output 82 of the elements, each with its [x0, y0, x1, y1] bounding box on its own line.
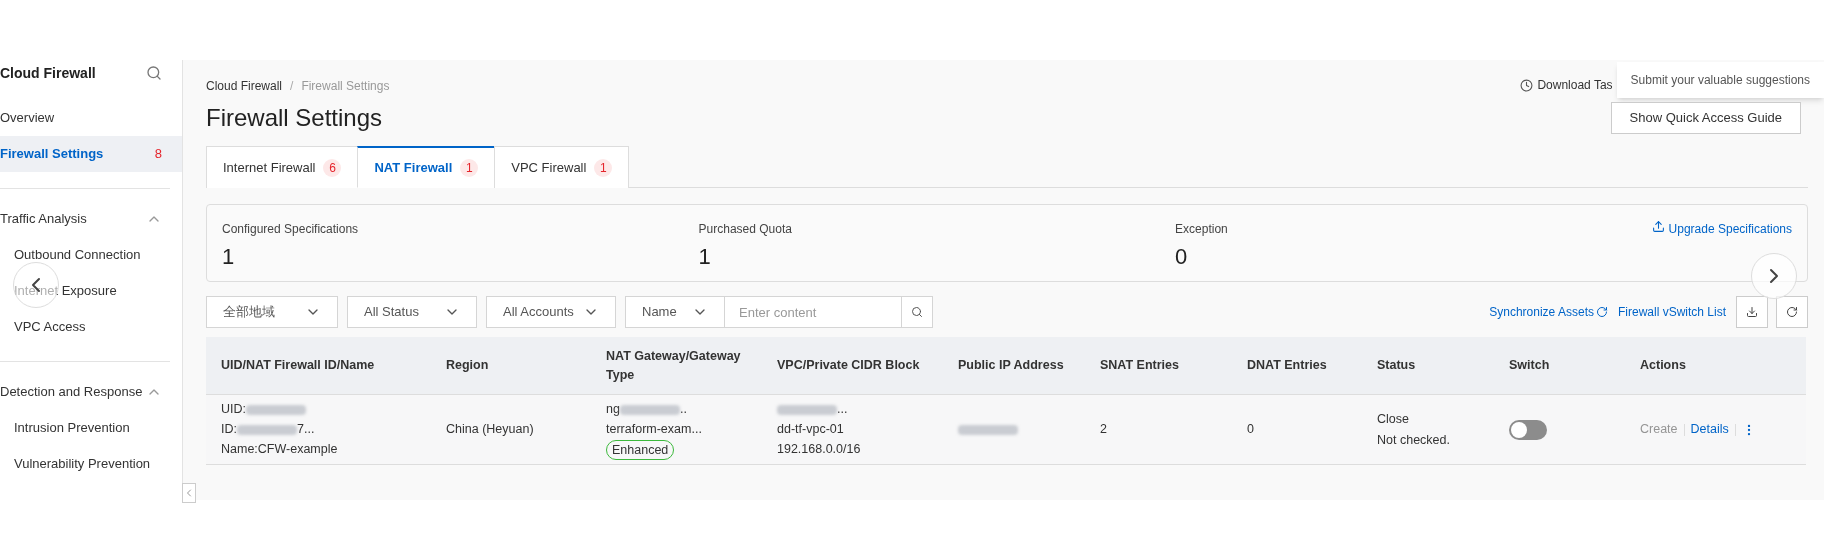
- sidebar-item[interactable]: VPC Access: [0, 309, 170, 345]
- cell-text: ..: [679, 401, 687, 419]
- dropdown[interactable]: Name: [625, 296, 725, 328]
- tab[interactable]: NAT Firewall 1: [357, 146, 496, 188]
- toggle-switch[interactable]: [1509, 419, 1547, 440]
- tab[interactable]: VPC Firewall 1: [494, 146, 630, 188]
- column-header: NAT Gateway/Gateway Type: [606, 348, 741, 382]
- stat-value: 1: [222, 246, 235, 268]
- tab[interactable]: Internet Firewall 6: [206, 146, 359, 188]
- redacted-text: [958, 424, 1018, 435]
- count-badge: 1: [594, 158, 613, 177]
- column-header: Status: [1377, 358, 1416, 373]
- sync-assets-link[interactable]: Synchronize Assets: [1489, 303, 1608, 321]
- download-button[interactable]: [1736, 296, 1768, 328]
- collapse-handle[interactable]: [182, 483, 196, 503]
- column-header: Public IP Address: [958, 358, 1064, 373]
- breadcrumb-separator: /: [290, 78, 294, 95]
- sidebar-title: Cloud Firewall: [0, 63, 96, 83]
- download-tasks-link[interactable]: Download Tas: [1520, 62, 1613, 94]
- cell-text: 192.168.0.0/16: [777, 441, 861, 459]
- sidebar-item[interactable]: Intrusion Prevention: [0, 410, 170, 446]
- cell-text: 2: [1100, 422, 1107, 437]
- cell-text: ng: [606, 401, 620, 419]
- refresh-icon: [1786, 306, 1798, 318]
- cell-text: UID:: [221, 401, 246, 419]
- cell-text: dd-tf-vpc-01: [777, 421, 844, 439]
- stat-value: 0: [1175, 246, 1188, 268]
- cell-text: 0: [1247, 422, 1254, 437]
- stat-label: Purchased Quota: [698, 221, 792, 238]
- refresh-button[interactable]: [1776, 296, 1808, 328]
- cell-text: China (Heyuan): [446, 422, 534, 437]
- redacted-text: [777, 404, 837, 415]
- dropdown[interactable]: All Accounts: [486, 296, 616, 328]
- cell-text: Name:CFW-example: [221, 441, 338, 459]
- guide-button[interactable]: Show Quick Access Guide: [1610, 102, 1801, 134]
- stat-label: Configured Specifications: [222, 221, 359, 238]
- redacted-text: [237, 424, 297, 435]
- column-header: SNAT Entries: [1100, 358, 1179, 373]
- cell-text: ...: [837, 401, 848, 419]
- refresh-icon: [1595, 306, 1608, 318]
- redacted-text: [246, 404, 306, 415]
- count-badge: 1: [460, 158, 479, 177]
- cell-text: terraform-exam...: [606, 421, 702, 439]
- status-text: Close: [1377, 410, 1409, 428]
- count-label: 8: [154, 145, 162, 164]
- stat-label: Exception: [1175, 221, 1228, 238]
- status-text: Not checked.: [1377, 431, 1450, 449]
- cell-text: ID:: [221, 421, 237, 439]
- column-header: DNAT Entries: [1247, 358, 1327, 373]
- column-header: Region: [446, 358, 489, 373]
- dropdown[interactable]: All Status: [347, 296, 477, 328]
- sidebar-item[interactable]: Firewall Settings 8: [0, 136, 182, 172]
- search-field[interactable]: Enter content: [724, 296, 902, 328]
- column-header: UID/NAT Firewall ID/Name: [221, 358, 375, 373]
- tooltip: Submit your valuable suggestions: [1616, 62, 1824, 98]
- search-button[interactable]: [901, 296, 933, 328]
- sidebar-item[interactable]: Vulnerability Prevention: [0, 446, 170, 482]
- vswitch-list-link[interactable]: Firewall vSwitch List: [1617, 303, 1726, 321]
- sidebar-group[interactable]: Traffic Analysis: [0, 201, 170, 237]
- breadcrumb-current: Firewall Settings: [301, 78, 390, 95]
- action-link[interactable]: Details: [1690, 420, 1729, 439]
- stat-value: 1: [698, 246, 711, 268]
- upload-icon: [1651, 220, 1665, 233]
- column-header: VPC/Private CIDR Block: [777, 358, 920, 373]
- breadcrumb-link[interactable]: Cloud Firewall: [206, 77, 283, 95]
- redacted-text: [619, 404, 680, 415]
- search-icon: [911, 306, 923, 318]
- scroll-left-button[interactable]: [13, 262, 59, 308]
- count-badge: 6: [323, 158, 342, 177]
- column-header: Switch: [1509, 358, 1550, 373]
- sidebar-group[interactable]: Detection and Response: [0, 374, 170, 410]
- sidebar-item[interactable]: Outbound Connection: [0, 237, 170, 273]
- clock-icon: [1520, 78, 1534, 92]
- page-title: Firewall Settings: [206, 103, 383, 133]
- cell-text: 7...: [297, 421, 315, 439]
- sidebar-item[interactable]: Overview: [0, 100, 182, 136]
- column-header: Actions: [1640, 358, 1686, 373]
- sidebar-item[interactable]: Internet Exposure: [0, 273, 170, 309]
- dropdown[interactable]: 全部地域: [206, 296, 338, 328]
- download-icon: [1746, 306, 1758, 318]
- upgrade-link[interactable]: Upgrade Specifications: [1651, 220, 1792, 236]
- search-icon[interactable]: [146, 65, 162, 81]
